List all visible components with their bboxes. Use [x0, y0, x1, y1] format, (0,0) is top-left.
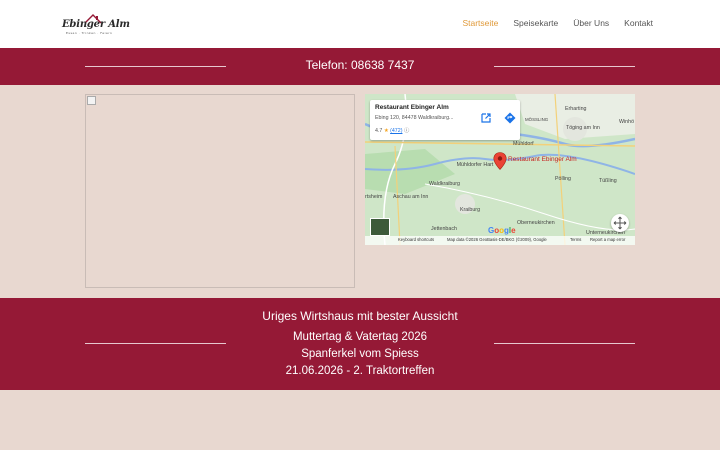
info-band: Uriges Wirtshaus mit bester Aussicht Mut…	[0, 298, 720, 390]
logo-subtitle: Essen · Trinken · Feiern	[66, 31, 113, 35]
map-place: Erharting	[565, 106, 587, 112]
event-line: Spanferkel vom Spiess	[301, 348, 419, 360]
map-info-card: Restaurant Ebinger Alm Ebing 120, 84478 …	[370, 100, 520, 140]
star-icon: ★	[383, 128, 389, 134]
nav-speisekarte[interactable]: Speisekarte	[513, 18, 558, 28]
event-line: 21.06.2026 - 2. Traktortreffen	[285, 365, 435, 377]
map-place: Waldkraiburg	[429, 181, 461, 187]
map-place: rtsheim	[365, 194, 383, 200]
image-placeholder	[85, 94, 355, 288]
terms-link[interactable]: Terms	[570, 237, 581, 242]
map-footer: Keyboard shortcuts Map data ©2026 GeoBas…	[365, 236, 635, 245]
info-title: Uriges Wirtshaus mit bester Aussicht	[262, 309, 458, 323]
place-address: Ebing 120, 84478 Waldkraiburg...	[375, 115, 454, 121]
reviews-link[interactable]: (472)	[390, 128, 402, 134]
nav-startseite[interactable]: Startseite	[462, 18, 498, 28]
site-header: Ebinger Alm Essen · Trinken · Feiern Sta…	[0, 0, 720, 48]
google-map[interactable]: Restaurant Ebinger Alm Ebing 120, 84478 …	[365, 94, 635, 245]
nav-kontakt[interactable]: Kontakt	[624, 18, 653, 28]
keyboard-shortcuts-link[interactable]: Keyboard shortcuts	[398, 237, 434, 242]
event-line: Muttertag & Vatertag 2026	[292, 331, 428, 343]
rating-value: 4.7	[375, 128, 383, 134]
map-place: Oberneukirchen	[517, 220, 555, 226]
map-place: Mühldorfer Hart	[456, 162, 494, 168]
phone-band: Telefon: 08638 7437	[0, 48, 720, 85]
pin-label: Restaurant Ebinger Alm	[508, 156, 577, 163]
nav-ueber-uns[interactable]: Über Uns	[573, 18, 609, 28]
map-place: Mühldorf	[513, 141, 534, 147]
map-place: Tüßling	[599, 178, 617, 184]
phone-number[interactable]: Telefon: 08638 7437	[0, 58, 720, 72]
report-error-link[interactable]: Report a map error	[590, 237, 625, 242]
info-icon[interactable]: ⓘ	[404, 128, 409, 134]
map-place: Aschau am Inn	[393, 194, 429, 200]
map-place: Jettenbach	[431, 226, 457, 232]
google-logo: Google	[488, 226, 516, 235]
map-place: MÖSSLING	[525, 117, 549, 122]
site-logo[interactable]: Ebinger Alm Essen · Trinken · Feiern	[62, 14, 130, 36]
open-external-icon[interactable]	[480, 112, 492, 124]
place-title: Restaurant Ebinger Alm	[375, 104, 449, 111]
map-place: Kraiburg	[460, 207, 481, 213]
main-nav: Startseite Speisekarte Über Uns Kontakt	[462, 18, 653, 28]
map-type-toggle[interactable]	[370, 218, 390, 236]
broken-image-icon	[87, 96, 96, 105]
map-place: Winhö	[619, 119, 635, 125]
map-pin-icon[interactable]	[493, 152, 507, 170]
map-attribution: Map data ©2026 GeoBasis-DE/BKG (©2009), …	[447, 237, 547, 242]
map-fullscreen-button[interactable]	[611, 214, 629, 232]
map-place: Töging am Inn	[566, 125, 600, 131]
divider-right	[494, 343, 635, 344]
divider-left	[85, 343, 226, 344]
fullscreen-icon	[613, 216, 627, 230]
map-place: Pölling	[555, 176, 571, 182]
divider-right	[494, 66, 635, 67]
directions-icon[interactable]	[504, 112, 516, 124]
place-rating: 4.7 ★ (472) ⓘ	[375, 126, 409, 134]
logo-text: Ebinger Alm	[62, 19, 130, 30]
